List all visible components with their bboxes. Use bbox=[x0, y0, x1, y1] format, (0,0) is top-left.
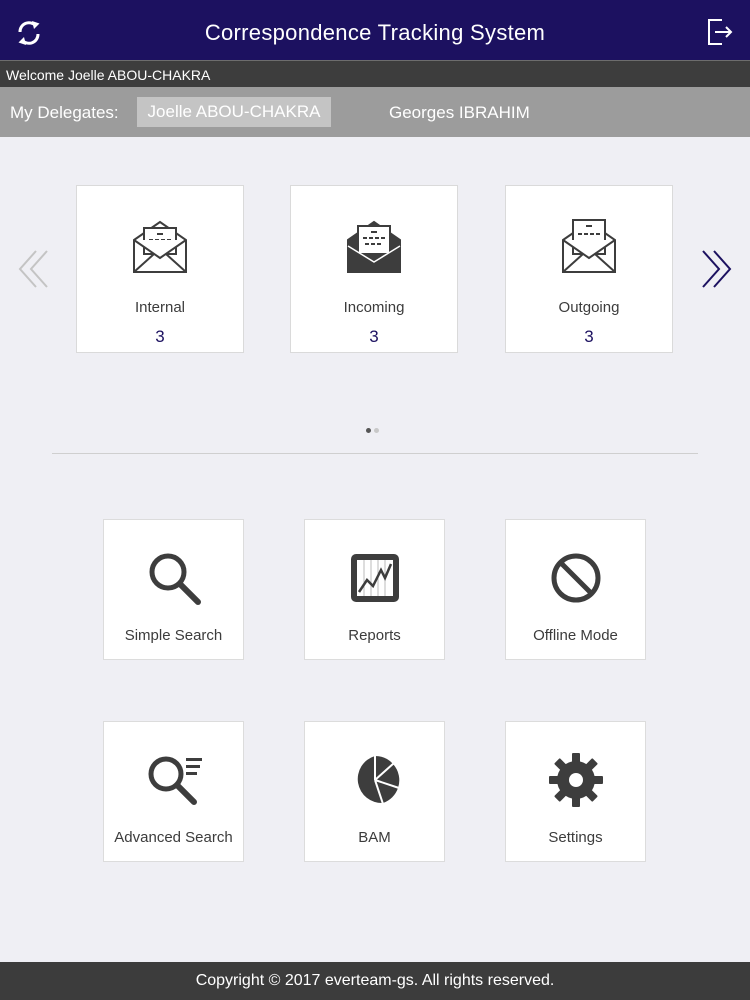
search-icon bbox=[149, 553, 201, 605]
tile-label: Simple Search bbox=[124, 627, 223, 644]
footer: Copyright © 2017 everteam-gs. All rights… bbox=[0, 962, 750, 1000]
card-internal[interactable]: Internal 3 bbox=[76, 185, 244, 353]
card-label: Internal bbox=[134, 299, 186, 316]
card-incoming[interactable]: Incoming 3 bbox=[290, 185, 458, 353]
carousel-prev-arrow-icon[interactable] bbox=[14, 247, 54, 291]
carousel-page-indicator[interactable] bbox=[366, 420, 382, 438]
advanced-search-button[interactable]: Advanced Search bbox=[103, 721, 244, 862]
delegate-georges-ibrahim[interactable]: Georges IBRAHIM bbox=[389, 87, 530, 138]
copyright-text: Copyright © 2017 everteam-gs. All rights… bbox=[195, 972, 555, 989]
page-title: Correspondence Tracking System bbox=[204, 20, 546, 45]
delegates-label: My Delegates: bbox=[10, 103, 119, 122]
simple-search-button[interactable]: Simple Search bbox=[103, 519, 244, 660]
offline-icon bbox=[551, 553, 600, 603]
section-divider bbox=[52, 453, 698, 454]
card-label: Incoming bbox=[343, 299, 405, 316]
card-count: 3 bbox=[584, 327, 594, 346]
envelope-outgoing-icon bbox=[562, 219, 616, 273]
card-count: 3 bbox=[155, 327, 165, 346]
gear-icon bbox=[548, 753, 603, 807]
reports-button[interactable]: Reports bbox=[304, 519, 445, 660]
bam-button[interactable]: BAM bbox=[304, 721, 445, 862]
envelope-open-icon bbox=[133, 220, 187, 273]
pie-chart-icon bbox=[357, 755, 399, 805]
delegate-joelle-abou-chakra[interactable]: Joelle ABOU-CHAKRA bbox=[137, 97, 331, 127]
page-dot-active[interactable] bbox=[366, 428, 371, 433]
settings-button[interactable]: Settings bbox=[505, 721, 646, 862]
welcome-text: Welcome Joelle ABOU-CHAKRA bbox=[6, 67, 211, 83]
card-label: Outgoing bbox=[558, 299, 620, 316]
tile-label: Advanced Search bbox=[114, 829, 233, 846]
tile-label: Reports bbox=[348, 627, 401, 644]
advanced-search-icon bbox=[148, 756, 202, 805]
tile-label: BAM bbox=[358, 829, 391, 846]
tile-label: Settings bbox=[548, 829, 603, 846]
logout-icon[interactable] bbox=[704, 16, 736, 48]
envelope-incoming-icon bbox=[347, 220, 401, 273]
delegates-bar: My Delegates: Joelle ABOU-CHAKRA Georges… bbox=[0, 87, 750, 137]
card-count: 3 bbox=[369, 327, 379, 346]
offline-mode-button[interactable]: Offline Mode bbox=[505, 519, 646, 660]
page-dot[interactable] bbox=[374, 428, 379, 433]
card-outgoing[interactable]: Outgoing 3 bbox=[505, 185, 673, 353]
app-header: Correspondence Tracking System bbox=[0, 0, 750, 60]
tile-label: Offline Mode bbox=[533, 627, 618, 644]
carousel-next-arrow-icon[interactable] bbox=[696, 247, 736, 291]
welcome-bar: Welcome Joelle ABOU-CHAKRA bbox=[0, 60, 750, 87]
reports-icon bbox=[350, 554, 399, 602]
